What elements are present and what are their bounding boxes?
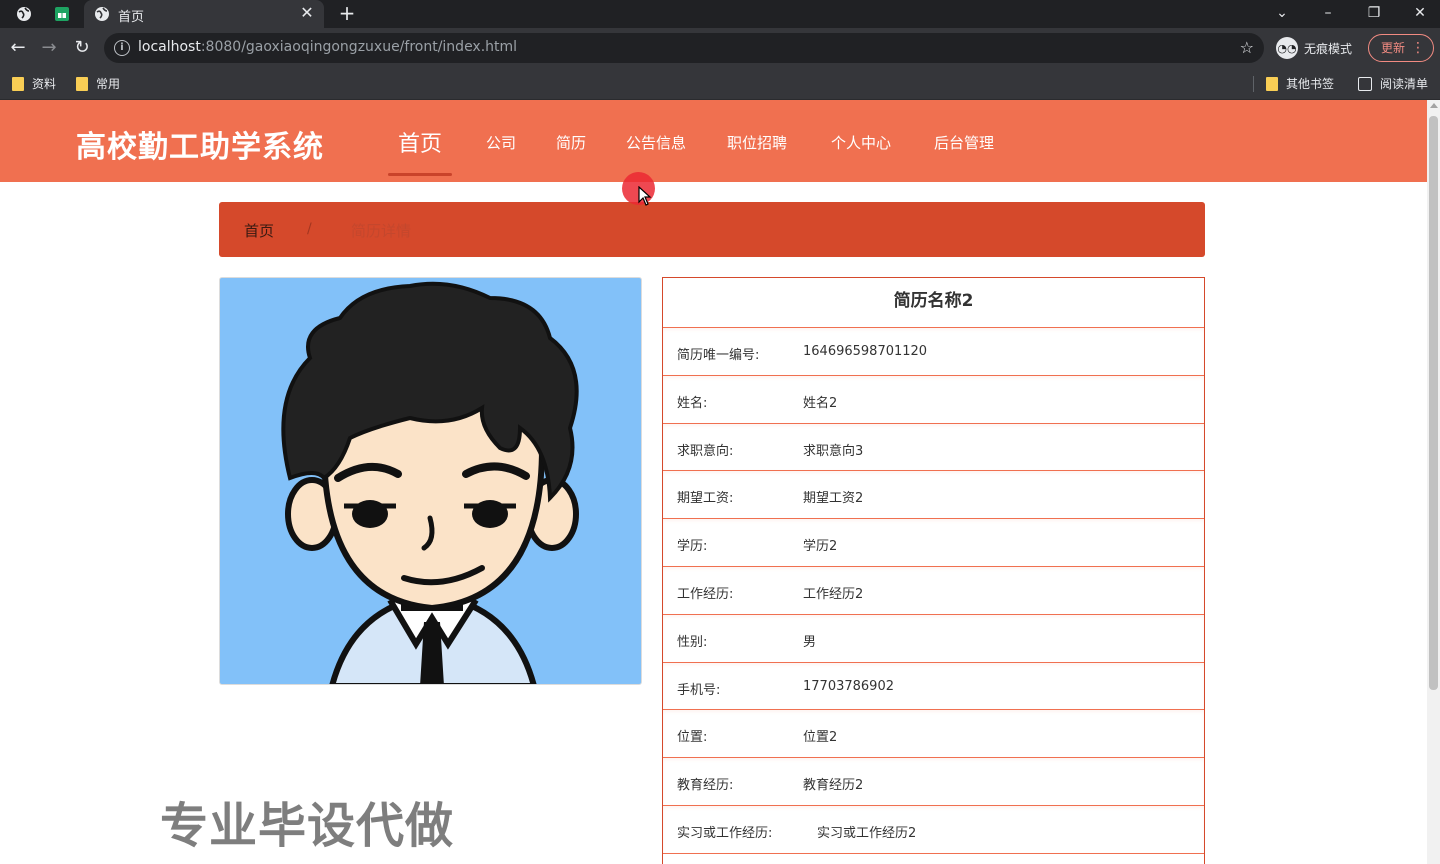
field-value: 姓名2 <box>803 395 838 411</box>
resume-field-row: 简历唯一编号: 164696598701120 <box>663 328 1204 376</box>
field-value: 求职意向3 <box>803 443 864 459</box>
incognito-indicator[interactable]: ◔◔ 无痕模式 <box>1276 37 1352 59</box>
incognito-icon: ◔◔ <box>1276 37 1298 59</box>
resume-detail-panel: 简历名称2 简历唯一编号: 164696598701120 姓名: 姓名2 求职… <box>662 277 1205 864</box>
resume-field-row: 求职意向: 求职意向3 <box>663 424 1204 472</box>
resume-field-row: 实习或工作经历: 实习或工作经历2 <box>663 806 1204 854</box>
field-label: 学历: <box>677 539 708 555</box>
field-label: 求职意向: <box>677 443 734 459</box>
field-value: 位置2 <box>803 730 838 746</box>
sheets-app-icon[interactable] <box>52 4 72 24</box>
page-scrollbar[interactable] <box>1427 100 1440 864</box>
field-value: 实习或工作经历2 <box>817 825 917 841</box>
bookmark-folder[interactable]: 常用 <box>76 75 120 92</box>
field-label: 教育经历: <box>677 778 734 794</box>
close-icon[interactable]: ✕ <box>298 4 316 22</box>
reading-list[interactable]: 阅读清单 <box>1358 75 1428 92</box>
nav-personal-center[interactable]: 个人中心 <box>831 132 891 153</box>
forward-icon[interactable]: → <box>38 38 60 60</box>
resume-field-row: 学历: 学历2 <box>663 519 1204 567</box>
mouse-cursor-icon <box>638 186 652 206</box>
field-label: 位置: <box>677 730 708 746</box>
chevron-down-icon[interactable]: ⌄ <box>1270 4 1294 22</box>
scroll-thumb[interactable] <box>1429 116 1438 690</box>
resume-field-row: 姓名: 姓名2 <box>663 376 1204 424</box>
resume-field-row: 期望工资: 期望工资2 <box>663 471 1204 520</box>
field-value: 学历2 <box>803 539 838 555</box>
field-label: 姓名: <box>677 395 708 411</box>
close-window-icon[interactable]: ✕ <box>1408 4 1432 22</box>
resume-field-row: 工作经历: 工作经历2 <box>663 567 1204 615</box>
nav-active-indicator <box>388 173 452 176</box>
tab-home[interactable]: 首页 ✕ <box>84 0 324 28</box>
breadcrumb-home[interactable]: 首页 <box>244 220 274 241</box>
field-value: 164696598701120 <box>803 344 928 359</box>
folder-icon <box>12 76 24 91</box>
reload-icon[interactable]: ↻ <box>71 38 93 60</box>
field-value: 17703786902 <box>803 678 894 694</box>
browser-toolbar: ← → ↻ i localhost:8080/gaoxiaoqingongzux… <box>0 28 1440 68</box>
field-value: 工作经历2 <box>803 586 864 602</box>
breadcrumb-separator: / <box>307 221 312 237</box>
bookmarks-bar: 资料 常用 其他书签 阅读清单 <box>0 68 1440 100</box>
field-label: 性别: <box>677 634 708 650</box>
nav-announcements[interactable]: 公告信息 <box>626 132 686 153</box>
watermark-text: 专业毕设代做 <box>160 798 455 854</box>
field-label: 简历唯一编号: <box>677 348 760 363</box>
field-label: 手机号: <box>677 682 721 698</box>
resume-photo <box>219 277 642 685</box>
address-bar[interactable]: i localhost:8080/gaoxiaoqingongzuxue/fro… <box>104 33 1264 63</box>
new-tab-button[interactable]: + <box>336 2 358 24</box>
bookmarks-divider <box>1253 76 1254 92</box>
restore-icon[interactable]: ❐ <box>1362 4 1386 22</box>
more-menu-icon[interactable]: ⋮ <box>1411 35 1425 61</box>
avatar-illustration <box>281 281 579 684</box>
site-logo[interactable]: 高校勤工助学系统 <box>76 122 324 166</box>
field-label: 实习或工作经历: <box>677 825 773 841</box>
nav-home[interactable]: 首页 <box>398 126 442 158</box>
resume-field-row: 性别: 男 <box>663 615 1204 663</box>
update-button[interactable]: 更新 ⋮ <box>1368 34 1434 62</box>
folder-icon <box>1266 76 1278 91</box>
minimize-icon[interactable]: – <box>1316 4 1340 22</box>
field-label: 期望工资: <box>677 491 734 507</box>
back-icon[interactable]: ← <box>7 38 29 60</box>
info-icon[interactable]: i <box>114 40 130 56</box>
field-value: 教育经历2 <box>803 778 864 794</box>
incognito-label: 无痕模式 <box>1304 41 1353 56</box>
globe-icon <box>92 4 112 24</box>
resume-field-row: 手机号: 17703786902 <box>663 663 1204 711</box>
site-header: 高校勤工助学系统 首页 公司 简历 公告信息 职位招聘 个人中心 后台管理 <box>0 100 1427 182</box>
breadcrumb-current: 简历详情 <box>351 222 412 240</box>
tab-title: 首页 <box>118 10 145 25</box>
resume-field-row: 教育经历: 教育经历2 <box>663 758 1204 806</box>
nav-resume[interactable]: 简历 <box>556 132 586 153</box>
field-value: 男 <box>803 634 817 650</box>
other-bookmarks[interactable]: 其他书签 <box>1266 75 1334 92</box>
globe-icon[interactable] <box>14 4 34 24</box>
nav-company[interactable]: 公司 <box>486 132 516 153</box>
field-label: 工作经历: <box>677 586 734 602</box>
scroll-up-arrow-icon[interactable] <box>1430 103 1438 108</box>
field-value: 期望工资2 <box>803 491 864 507</box>
reading-list-icon <box>1358 76 1372 91</box>
breadcrumb: 首页 / 简历详情 <box>219 202 1205 257</box>
browser-tab-bar: 首页 ✕ + ⌄ – ❐ ✕ <box>0 0 1440 28</box>
resume-title: 简历名称2 <box>663 278 1204 328</box>
nav-job-postings[interactable]: 职位招聘 <box>727 132 787 153</box>
bookmark-folder[interactable]: 资料 <box>12 75 56 92</box>
url-text[interactable]: localhost:8080/gaoxiaoqingongzuxue/front… <box>138 39 517 55</box>
star-icon[interactable]: ☆ <box>1240 38 1254 57</box>
nav-admin[interactable]: 后台管理 <box>934 132 994 153</box>
resume-field-row: 位置: 位置2 <box>663 710 1204 759</box>
folder-icon <box>76 76 88 91</box>
